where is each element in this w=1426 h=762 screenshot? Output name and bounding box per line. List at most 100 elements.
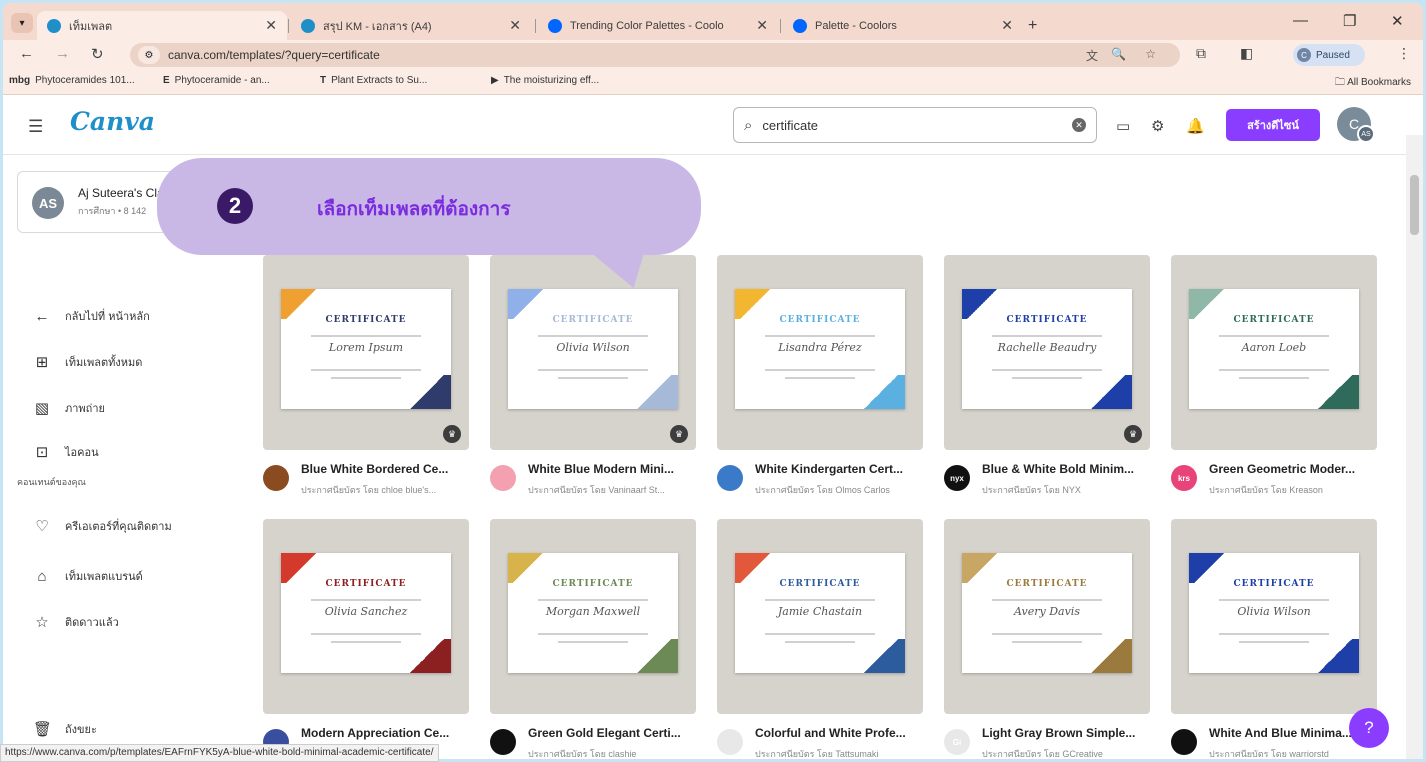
close-tab-icon[interactable]: ✕ (265, 17, 277, 34)
bookmark-item[interactable]: T Plant Extracts to Su... (320, 75, 427, 86)
extensions-icon[interactable]: ⧉ (1196, 45, 1206, 62)
template-creator[interactable]: ประกาศนียบัตร โดย NYX (982, 483, 1152, 497)
creator-avatar[interactable] (490, 465, 516, 491)
creator-avatar[interactable]: Gi (944, 729, 970, 755)
canva-logo[interactable]: Canva (70, 107, 155, 136)
settings-icon[interactable]: ⚙ (1151, 117, 1164, 135)
nav-label: เท็มเพลตทั้งหมด (65, 357, 143, 369)
tab-2[interactable]: Trending Color Palettes - Coolo ✕ (538, 11, 778, 40)
reload-icon[interactable]: ↻ (91, 45, 104, 63)
scrollbar-thumb[interactable] (1410, 175, 1419, 235)
menu-icon[interactable]: ⋮ (1397, 45, 1411, 62)
magic-search-icon: ⌕ (744, 116, 753, 134)
template-creator[interactable]: ประกาศนียบัตร โดย GCreative (982, 747, 1152, 759)
account-avatar[interactable]: C AS (1337, 107, 1375, 143)
sidebar-item-content-0[interactable]: ♡ ครีเอเตอร์ที่คุณติดตาม (33, 517, 171, 535)
scrollbar[interactable] (1406, 135, 1423, 759)
back-icon[interactable]: ← (19, 45, 34, 62)
desktop-app-icon[interactable]: ▭ (1116, 117, 1130, 135)
close-window-icon[interactable]: ✕ (1391, 12, 1404, 30)
creator-avatar[interactable] (1171, 729, 1197, 755)
certificate-line (558, 641, 628, 643)
sidebar-item-content-1[interactable]: ⌂ เท็มเพลตแบรนด์ (33, 567, 142, 585)
search-input[interactable]: ⌕ certificate ✕ (733, 107, 1097, 143)
template-title[interactable]: Blue White Bordered Ce... (301, 462, 471, 476)
tab-1[interactable]: สรุป KM - เอกสาร (A4) ✕ (291, 11, 531, 40)
template-title[interactable]: Green Geometric Moder... (1209, 462, 1379, 476)
certificate-line (538, 369, 648, 371)
template-thumbnail[interactable]: CERTIFICATE Avery Davis (944, 519, 1150, 714)
team-badge: AS (1357, 125, 1375, 143)
template-creator[interactable]: ประกาศนียบัตร โดย Tattsumaki (755, 747, 925, 759)
notifications-icon[interactable]: 🔔 (1186, 117, 1205, 135)
template-thumbnail[interactable]: CERTIFICATE Aaron Loeb (1171, 255, 1377, 450)
tab-separator (288, 19, 289, 33)
template-title[interactable]: Light Gray Brown Simple... (982, 726, 1152, 740)
template-thumbnail[interactable]: CERTIFICATE Lisandra Pérez (717, 255, 923, 450)
clear-search-icon[interactable]: ✕ (1072, 118, 1086, 132)
help-button[interactable]: ? (1349, 708, 1389, 748)
site-info-icon[interactable]: ⚙ (138, 46, 160, 64)
hamburger-menu-icon[interactable]: ☰ (28, 117, 43, 137)
url-field[interactable]: ⚙ canva.com/templates/?query=certificate… (130, 43, 1180, 67)
new-tab-button[interactable]: + (1028, 11, 1058, 40)
template-thumbnail[interactable]: CERTIFICATE Morgan Maxwell (490, 519, 696, 714)
tab-0[interactable]: เท็มเพลต ✕ (37, 11, 287, 40)
tab-favicon-icon (793, 18, 807, 33)
template-title[interactable]: Modern Appreciation Ce... (301, 726, 471, 740)
tab-3[interactable]: Palette - Coolors ✕ (783, 11, 1023, 40)
certificate-name: Aaron Loeb (1241, 341, 1307, 354)
certificate-name: Avery Davis (1014, 605, 1080, 618)
certificate-name: Morgan Maxwell (545, 605, 641, 618)
template-title[interactable]: Green Gold Elegant Certi... (528, 726, 698, 740)
zoom-icon[interactable]: 🔍 (1111, 47, 1126, 61)
side-panel-icon[interactable]: ◧ (1240, 45, 1253, 62)
template-creator[interactable]: ประกาศนียบัตร โดย chloe blue's... (301, 483, 471, 497)
close-tab-icon[interactable]: ✕ (756, 17, 768, 34)
profile-button[interactable]: C Paused (1293, 44, 1365, 66)
template-thumbnail[interactable]: CERTIFICATE Olivia Wilson (1171, 519, 1377, 714)
creator-avatar[interactable] (490, 729, 516, 755)
template-title[interactable]: White Blue Modern Mini... (528, 462, 698, 476)
template-thumbnail[interactable]: CERTIFICATE Jamie Chastain (717, 519, 923, 714)
team-subtitle: การศึกษา • 8 142 (78, 206, 147, 216)
tab-search-button[interactable]: ▾ (11, 13, 33, 33)
template-thumbnail[interactable]: CERTIFICATE Lorem Ipsum ♛ (263, 255, 469, 450)
all-bookmarks[interactable]: 🗀 All Bookmarks (1335, 75, 1411, 92)
template-title[interactable]: Colorful and White Profe... (755, 726, 925, 740)
creator-avatar[interactable] (717, 465, 743, 491)
creator-avatar[interactable]: nyx (944, 465, 970, 491)
sidebar-item-trash[interactable]: 🗑 ถังขยะ (33, 720, 97, 738)
template-creator[interactable]: ประกาศนียบัตร โดย Vaninaarf St... (528, 483, 698, 497)
template-thumbnail[interactable]: CERTIFICATE Rachelle Beaudry ♛ (944, 255, 1150, 450)
certificate-ornament (1311, 375, 1359, 409)
bookmark-item[interactable]: ▶ The moisturizing eff... (491, 75, 599, 86)
minimize-icon[interactable]: — (1293, 12, 1308, 29)
template-creator[interactable]: ประกาศนียบัตร โดย Olmos Carlos (755, 483, 925, 497)
forward-icon[interactable]: → (55, 45, 70, 62)
certificate-line (1012, 377, 1082, 379)
close-tab-icon[interactable]: ✕ (509, 17, 521, 34)
sidebar-item-0[interactable]: ← กลับไปที่ หน้าหลัก (33, 307, 150, 325)
creator-avatar[interactable] (263, 465, 289, 491)
template-title[interactable]: White Kindergarten Cert... (755, 462, 925, 476)
template-creator[interactable]: ประกาศนียบัตร โดย Kreason (1209, 483, 1379, 497)
translate-icon[interactable]: 文 (1086, 47, 1098, 64)
sidebar-item-content-2[interactable]: ☆ ติดดาวแล้ว (33, 613, 119, 631)
template-thumbnail[interactable]: CERTIFICATE Olivia Sanchez (263, 519, 469, 714)
sidebar-item-2[interactable]: ▧ ภาพถ่าย (33, 399, 105, 417)
close-tab-icon[interactable]: ✕ (1001, 17, 1013, 34)
create-design-button[interactable]: สร้างดีไซน์ (1226, 109, 1320, 141)
template-creator[interactable]: ประกาศนียบัตร โดย warriorstd (1209, 747, 1379, 759)
creator-avatar[interactable] (717, 729, 743, 755)
template-title[interactable]: Blue & White Bold Minim... (982, 462, 1152, 476)
bookmark-item[interactable]: E Phytoceramide - an... (163, 75, 270, 86)
sidebar-item-1[interactable]: ⊞ เท็มเพลตทั้งหมด (33, 353, 143, 371)
creator-avatar[interactable]: krs (1171, 465, 1197, 491)
nav-icon: ⌂ (37, 567, 47, 585)
bookmark-star-icon[interactable]: ☆ (1145, 47, 1156, 61)
sidebar-item-3[interactable]: ⊡ ไอคอน (33, 443, 99, 461)
restore-icon[interactable]: ❐ (1343, 12, 1356, 30)
bookmark-item[interactable]: mbg Phytoceramides 101... (9, 75, 135, 86)
template-creator[interactable]: ประกาศนียบัตร โดย clashie (528, 747, 698, 759)
